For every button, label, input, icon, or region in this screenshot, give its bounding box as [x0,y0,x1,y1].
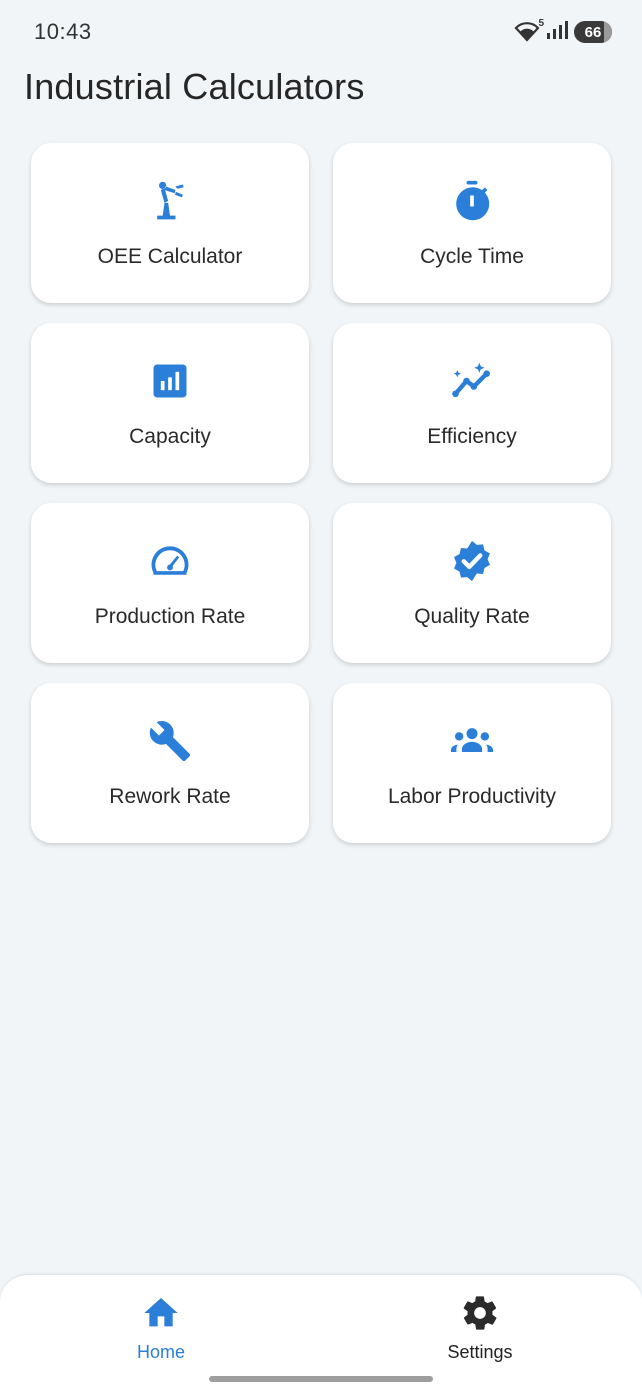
card-efficiency[interactable]: Efficiency [333,323,611,483]
card-label: Cycle Time [420,245,524,268]
app-screen: 10:43 5 66 Industrial Calculators OEE Ca… [0,0,642,1391]
card-label: Production Rate [94,605,246,628]
card-label: Rework Rate [109,785,231,808]
status-icons: 5 66 [514,18,612,45]
bar-chart-icon [148,359,192,403]
battery-icon: 66 [574,21,612,43]
card-quality-rate[interactable]: Quality Rate [333,503,611,663]
group-icon [450,719,494,763]
calculator-grid: OEE Calculator Cycle Time Capacity Effic… [31,143,611,843]
signal-icon [546,20,568,45]
trend-sparkle-icon [450,359,494,403]
nav-home[interactable]: Home [91,1293,231,1363]
battery-level: 66 [584,23,602,41]
card-capacity[interactable]: Capacity [31,323,309,483]
card-label: Capacity [129,425,211,448]
card-label: Labor Productivity [387,785,557,808]
card-label: Efficiency [427,425,517,448]
card-label: OEE Calculator [97,245,243,268]
status-bar: 10:43 5 66 [0,0,642,64]
card-oee-calculator[interactable]: OEE Calculator [31,143,309,303]
gear-icon [460,1293,500,1338]
speedometer-icon [148,539,192,583]
nav-settings-label: Settings [447,1342,513,1362]
home-indicator[interactable] [209,1376,433,1382]
verified-badge-icon [450,539,494,583]
page-title: Industrial Calculators [24,66,365,107]
card-label: Quality Rate [414,605,530,628]
nav-settings[interactable]: Settings [410,1293,550,1363]
stopwatch-icon [450,179,494,223]
card-rework-rate[interactable]: Rework Rate [31,683,309,843]
wifi-badge: 5 [538,18,544,29]
wifi-icon: 5 [514,18,544,42]
status-time: 10:43 [34,19,92,44]
card-labor-productivity[interactable]: Labor Productivity [333,683,611,843]
bottom-nav: Home Settings [0,1274,642,1391]
wrench-icon [148,719,192,763]
card-cycle-time[interactable]: Cycle Time [333,143,611,303]
robot-arm-icon [148,179,192,223]
home-icon [141,1293,181,1338]
card-production-rate[interactable]: Production Rate [31,503,309,663]
nav-home-label: Home [136,1342,185,1362]
